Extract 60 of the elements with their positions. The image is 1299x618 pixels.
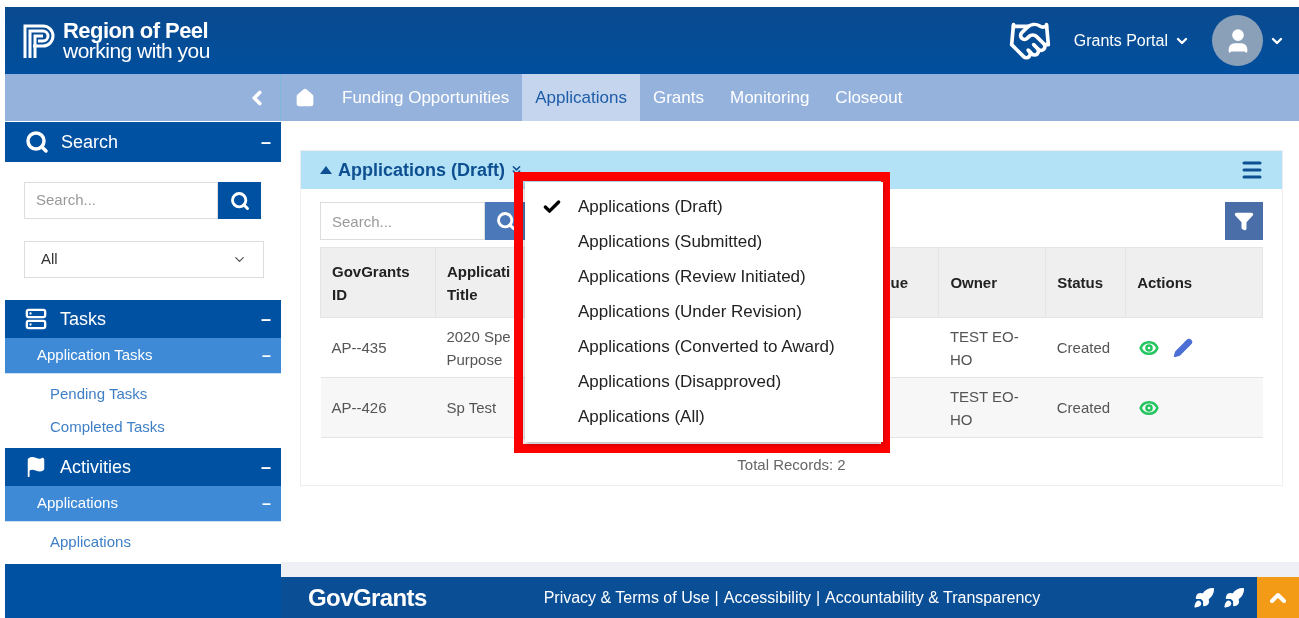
logo-icon — [23, 23, 55, 58]
table-cell-text: Created — [1056, 398, 1111, 418]
search-field[interactable]: Search... — [24, 182, 218, 219]
rocket-icon[interactable] — [1193, 586, 1215, 609]
column-header: Owner — [938, 247, 1046, 318]
filter-select[interactable]: All — [24, 241, 264, 278]
search-button[interactable] — [218, 182, 261, 219]
search-icon — [495, 211, 516, 231]
collapse-toggle[interactable]: – — [262, 343, 271, 368]
dropdown-item[interactable]: Applications (Converted to Award) — [578, 333, 835, 360]
footer-link[interactable]: Accessibility — [723, 585, 811, 610]
table-cell-text: Created — [1056, 338, 1111, 358]
table-cell-text: TEST EO-HO — [949, 386, 1020, 430]
section-title: Tasks — [60, 307, 107, 331]
search-icon — [229, 190, 250, 211]
column-header: Status — [1045, 247, 1126, 318]
separator-text: | — [714, 587, 719, 608]
sidebar-item[interactable]: Pending Tasks — [5, 378, 281, 411]
separator-text: | — [815, 587, 821, 608]
sidebar-header[interactable]: Activities – — [5, 448, 281, 486]
sidebar-item[interactable]: Applications — [5, 526, 281, 559]
dropdown-item[interactable]: Applications (Disapproved) — [578, 368, 782, 395]
footer-link[interactable]: Privacy & Terms of Use — [543, 585, 710, 610]
panel-title: Applications (Draft) — [338, 158, 505, 182]
table-cell-text: 2020 Spe Purpose — [446, 326, 512, 370]
sidebar-header[interactable]: Tasks – — [5, 300, 281, 338]
table-cell-text: TEST EO-HO — [949, 326, 1020, 370]
column-header: GovGrants ID — [320, 247, 436, 318]
collapse-toggle[interactable]: – — [262, 491, 271, 516]
sidebar-item[interactable]: Completed Tasks — [5, 411, 281, 444]
pencil-icon[interactable] — [1172, 337, 1193, 358]
sidebar-group[interactable]: Applications – — [5, 486, 281, 522]
dropdown-item[interactable]: Applications (Review Initiated) — [578, 263, 806, 290]
table-cell-text: AP--426 — [331, 398, 387, 418]
rocket-icon[interactable] — [1223, 586, 1245, 609]
footer-brand: GovGrants — [308, 582, 427, 613]
section-title: Activities — [60, 455, 132, 479]
collapse-toggle[interactable]: – — [261, 453, 271, 481]
portal-menu[interactable]: Grants Portal — [1073, 28, 1190, 53]
table-cell-text: AP--435 — [331, 338, 387, 358]
filter-icon — [1234, 211, 1254, 231]
dropdown-item[interactable]: Applications (All) — [578, 403, 705, 430]
column-header: Actions — [1125, 247, 1263, 318]
nav-tab[interactable]: Applications — [522, 74, 640, 121]
tasks-icon — [24, 308, 48, 330]
collapse-toggle[interactable]: – — [261, 128, 271, 156]
footer-link[interactable]: Accountability & Transparency — [825, 585, 1041, 610]
search-icon — [25, 130, 49, 154]
sidebar-header[interactable]: Search – — [5, 122, 281, 162]
caret-up-icon[interactable] — [320, 166, 332, 174]
section-title: Search — [61, 130, 120, 154]
avatar[interactable] — [1212, 15, 1263, 66]
dropdown-item[interactable]: Applications (Draft) — [578, 193, 723, 220]
sidebar-group[interactable]: Application Tasks – — [5, 338, 281, 374]
search-field[interactable]: Search... — [320, 202, 485, 240]
table-cell-text: Sp Test — [446, 398, 497, 418]
logo-title: Region of Peel — [63, 20, 210, 41]
filter-button[interactable] — [1225, 202, 1263, 240]
collapse-toggle[interactable]: – — [261, 305, 271, 333]
total-records: Total Records: 2 — [737, 455, 846, 475]
